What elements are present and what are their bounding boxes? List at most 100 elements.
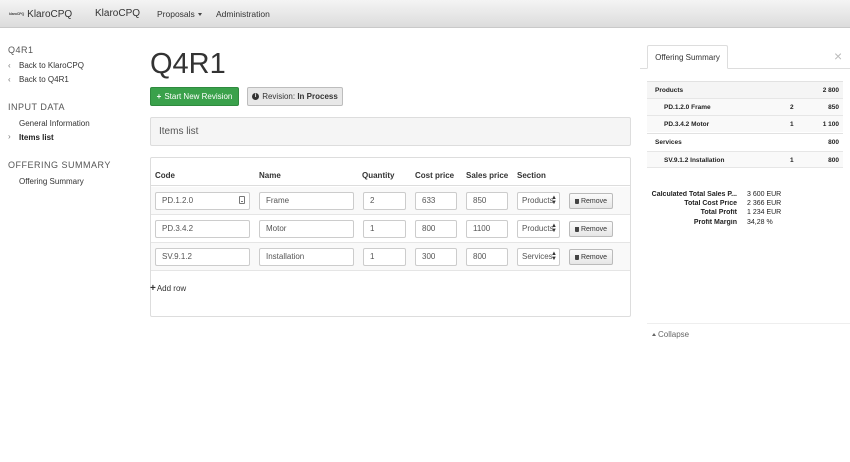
brand-title: KlaroCPQ — [27, 8, 73, 20]
nav-home-link[interactable]: KlaroCPQ — [95, 8, 140, 19]
add-row-label: Add row — [156, 284, 187, 293]
start-new-revision-button[interactable]: + Start New Revision — [150, 87, 239, 106]
summary-category-products: Products 2 800 — [647, 81, 843, 98]
select-arrows-icon: ▲ ▼ — [551, 251, 557, 262]
summary-category-services: Services 800 — [647, 133, 843, 150]
tab-divider — [640, 68, 647, 69]
summary-item-value: 1 100 — [822, 121, 839, 128]
quantity-input[interactable]: 2 — [363, 192, 406, 210]
plus-icon: + — [150, 283, 156, 294]
nav-administration-link[interactable]: Administration — [216, 9, 270, 19]
name-input[interactable]: Frame — [259, 192, 354, 210]
sidebar-item-general-information[interactable]: General Information — [19, 119, 90, 128]
total-profit-label: Total Profit — [700, 209, 737, 216]
tab-offering-summary[interactable]: Offering Summary — [647, 45, 728, 69]
trash-icon — [574, 198, 579, 204]
total-sales-label: Calculated Total Sales P... — [651, 191, 737, 198]
code-input[interactable]: PD.1.2.0 — [155, 192, 250, 210]
code-input[interactable]: SV.9.1.2 — [155, 248, 250, 266]
code-input[interactable]: PD.3.4.2 — [155, 220, 250, 238]
summary-item-row: SV.9.1.2 Installation 1 800 — [647, 151, 843, 168]
collapse-button[interactable]: Collapse — [652, 330, 689, 339]
lookup-icon[interactable] — [239, 196, 245, 204]
section-select-value: Services — [522, 252, 553, 261]
summary-item-qty: 2 — [790, 104, 794, 111]
summary-item-qty: 1 — [790, 157, 794, 164]
select-arrows-icon: ▲ ▼ — [551, 223, 557, 234]
section-select[interactable]: Services ▲ ▼ — [517, 248, 560, 266]
sidebar-project-heading: Q4R1 — [8, 45, 34, 55]
summary-item-label: PD.3.4.2 Motor — [664, 121, 710, 128]
remove-row-button[interactable]: Remove — [569, 193, 613, 209]
start-new-revision-label: Start New Revision — [164, 92, 233, 101]
column-header-name: Name — [259, 171, 281, 180]
total-cost-value: 2 366 EUR — [747, 200, 782, 207]
brand-logo[interactable]: klaroCPQ KlaroCPQ — [9, 8, 72, 20]
quantity-input[interactable]: 1 — [363, 248, 406, 266]
summary-item-row: PD.3.4.2 Motor 1 1 100 — [647, 115, 843, 132]
total-profit-value: 1 234 EUR — [747, 209, 782, 216]
nav-proposals-dropdown[interactable]: Proposals — [157, 9, 202, 19]
brand-logo-mark: klaroCPQ — [9, 12, 25, 16]
sidebar-back-q4r1[interactable]: Back to Q4R1 — [19, 75, 69, 84]
select-arrows-icon: ▲ ▼ — [551, 195, 557, 206]
sales-price-input[interactable]: 1100 — [466, 220, 508, 238]
remove-label: Remove — [580, 225, 608, 233]
revision-status-button[interactable]: i Revision: In Process — [247, 87, 343, 106]
sales-price-input[interactable]: 850 — [466, 192, 508, 210]
profit-margin-label: Profit Margin — [693, 219, 737, 226]
profit-margin-value: 34,28 % — [747, 219, 773, 226]
close-icon[interactable]: × — [834, 48, 842, 64]
column-header-code: Code — [155, 171, 175, 180]
summary-item-value: 800 — [828, 157, 839, 164]
summary-category-label: Products — [655, 87, 684, 94]
chevron-left-icon: ‹ — [8, 61, 11, 70]
cost-price-input[interactable]: 300 — [415, 248, 457, 266]
items-list-heading-panel: Items list — [150, 117, 631, 146]
chevron-right-icon: › — [8, 132, 11, 141]
cost-price-input[interactable]: 800 — [415, 220, 457, 238]
remove-row-button[interactable]: Remove — [569, 221, 613, 237]
column-header-cost-price: Cost price — [415, 171, 455, 180]
summary-item-value: 850 — [828, 104, 839, 111]
chevron-left-icon: ‹ — [8, 75, 11, 84]
caret-down-icon — [197, 13, 202, 16]
sidebar-item-offering-summary[interactable]: Offering Summary — [19, 177, 84, 186]
name-input[interactable]: Motor — [259, 220, 354, 238]
column-header-sales-price: Sales price — [466, 171, 509, 180]
column-header-quantity: Quantity — [362, 171, 395, 180]
name-input[interactable]: Installation — [259, 248, 354, 266]
page-title: Q4R1 — [150, 48, 226, 80]
remove-row-button[interactable]: Remove — [569, 249, 613, 265]
revision-label: Revision: — [262, 92, 296, 101]
sidebar-back-klarocpq[interactable]: Back to KlaroCPQ — [19, 61, 84, 70]
trash-icon — [574, 254, 579, 260]
sidebar-offering-summary-heading: OFFERING SUMMARY — [8, 160, 111, 170]
quantity-input[interactable]: 1 — [363, 220, 406, 238]
summary-category-total: 2 800 — [822, 87, 839, 94]
cost-price-input[interactable]: 633 — [415, 192, 457, 210]
section-select-value: Products — [522, 224, 554, 233]
section-select[interactable]: Products ▲ ▼ — [517, 192, 560, 210]
items-list-heading: Items list — [159, 126, 199, 137]
plus-icon: + — [156, 92, 162, 101]
table-header-divider — [151, 185, 630, 186]
section-select[interactable]: Products ▲ ▼ — [517, 220, 560, 238]
total-cost-label: Total Cost Price — [684, 200, 737, 207]
revision-status: In Process — [297, 92, 338, 101]
sales-price-input[interactable]: 800 — [466, 248, 508, 266]
column-header-section: Section — [517, 171, 546, 180]
sidebar-item-items-list[interactable]: Items list — [19, 133, 54, 142]
triangle-up-icon — [652, 333, 656, 336]
summary-category-total: 800 — [828, 139, 839, 146]
add-row-button[interactable]: +Add row — [150, 283, 186, 294]
collapse-label: Collapse — [658, 330, 690, 339]
collapse-divider — [647, 323, 850, 324]
remove-label: Remove — [580, 197, 608, 205]
nav-proposals-label: Proposals — [157, 9, 195, 19]
trash-icon — [574, 226, 579, 232]
info-icon: i — [252, 93, 260, 100]
sidebar-input-data-heading: INPUT DATA — [8, 102, 66, 112]
summary-category-label: Services — [655, 139, 682, 146]
total-sales-value: 3 600 EUR — [747, 191, 782, 198]
